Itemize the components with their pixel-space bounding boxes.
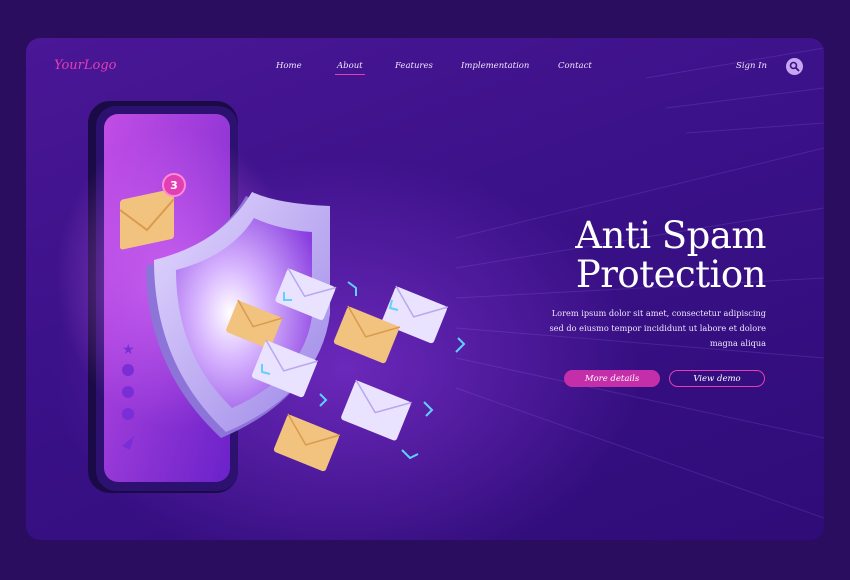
hero-title-line-1: Anti Spam [575,214,766,257]
star-icon: ★ [122,342,135,358]
hero-description-line-1: Lorem ipsum dolor sit amet, consectetur … [551,308,766,318]
hero-description-line-2: sed do eiusmo tempor incididunt ut labor… [549,323,766,333]
hero-description-line-3: magna aliqua [709,338,766,348]
hero-title: Anti Spam Protection [546,216,766,294]
view-demo-button[interactable]: View demo [669,370,765,387]
mail-icon [122,408,134,420]
notification-count: 3 [170,179,178,192]
phone-icon [122,364,134,376]
chat-icon [122,386,134,398]
hero-description: Lorem ipsum dolor sit amet, consectetur … [546,306,766,351]
notification-badge: 3 [162,173,186,197]
envelope-yellow-3 [273,413,341,472]
more-details-button[interactable]: More details [564,370,660,387]
landing-page: YourLogo Home About Features Implementat… [26,38,824,540]
envelope-white-4 [341,379,412,441]
hero-title-line-2: Protection [575,253,767,296]
